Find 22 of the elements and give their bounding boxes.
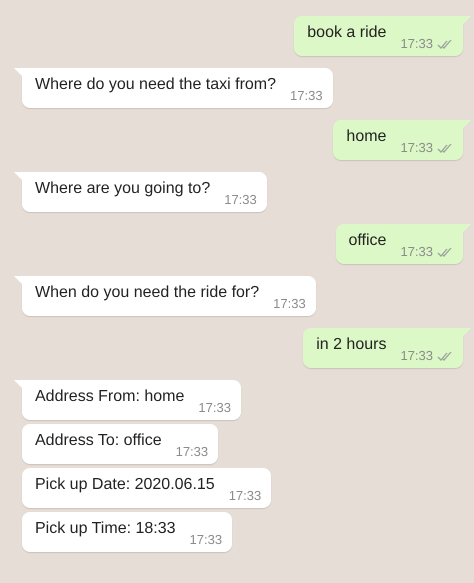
message-text: office [348, 231, 386, 251]
message-text: in 2 hours [316, 335, 386, 355]
message-text: Pick up Time: 18:33 [35, 519, 176, 539]
message-time: 17:33 [224, 192, 257, 208]
message-time: 17:33 [400, 244, 433, 260]
message-text: When do you need the ride for? [35, 283, 260, 303]
message-text: Pick up Date: 2020.06.15 [35, 475, 215, 495]
message-time: 17:33 [176, 444, 208, 460]
message-text: Where are you going to? [35, 179, 210, 199]
message-time: 17:33 [290, 88, 323, 104]
message-text: Address To: office [35, 431, 162, 451]
message-time: 17:33 [228, 488, 262, 504]
message-time: 17:33 [400, 140, 433, 156]
message-text: Address From: home [35, 387, 184, 407]
message-time: 17:33 [400, 348, 433, 364]
message-text: home [346, 127, 386, 147]
message-time: 17:33 [400, 36, 433, 52]
message-time: 17:33 [190, 532, 222, 548]
message-text: Where do you need the taxi from? [35, 75, 276, 95]
message-text: book a ride [307, 23, 386, 43]
message-time: 17:33 [273, 296, 306, 312]
message-time: 17:33 [198, 400, 231, 416]
